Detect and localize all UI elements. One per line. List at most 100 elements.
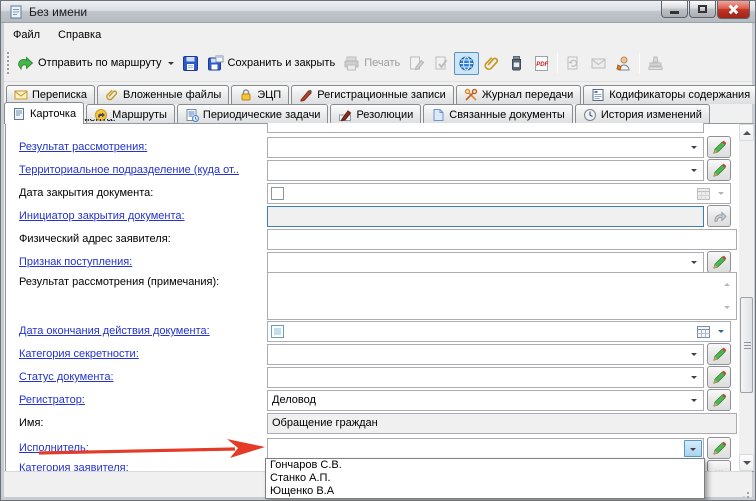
tab-istoriya-izmenenij[interactable]: История изменений [575,104,710,124]
rezultat-rassmotreniya-combo[interactable] [267,137,704,158]
data-zakrytiya-checkbox[interactable] [271,187,284,200]
pencil-icon [712,393,727,408]
save-close-button[interactable]: Сохранить и закрыть [203,52,340,75]
menubar: Файл Справка [4,24,752,45]
tab-vlozhennye-fajly[interactable]: Вложенные файлы [97,85,229,104]
territorialnoe-podrazdelenie-edit-button[interactable] [707,159,731,181]
iniciator-zakrytiya-input[interactable] [267,206,704,227]
field-label-data-zakrytiya: Дата закрытия документа: [19,187,153,199]
pdf-export-button[interactable]: PDF [529,52,554,75]
paperclip-icon [483,55,500,72]
iniciator-up-button[interactable] [707,205,731,227]
data-zakrytiya-datepicker[interactable] [267,183,731,204]
chevron-down-icon [718,192,724,198]
tab-strip-upper: Переписка Вложенные файлы ЭЦП Регистраци… [6,85,756,104]
tab-registracionnye-zapisi[interactable]: Регистрационные записи [291,85,454,104]
kategoriya-sekretnosti-edit-button[interactable] [707,343,731,365]
ispolnitel-dropdown-button[interactable] [684,440,702,457]
codifier-grid-icon [591,88,605,102]
send-route-button[interactable]: Отправить по маршруту [13,52,178,75]
globe-icon [458,55,475,72]
attach-file-button[interactable] [479,52,504,75]
data-okonchaniya-checkbox[interactable] [271,325,284,338]
user-button[interactable] [611,52,636,75]
edit-doc-button [404,52,429,75]
rezultat-primechaniya-textarea[interactable] [267,272,737,320]
ispolnitel-edit-button[interactable] [707,437,731,459]
toolbar-separator [557,53,558,73]
tab-label: История изменений [601,109,702,121]
scrollbar-down-button[interactable] [739,454,754,471]
ispolnitel-dropdown-list: Гончаров С.В. Станко А.П. Ющенко В.А [265,458,705,499]
index-dokumenta-input[interactable] [267,123,704,133]
tab-ecp[interactable]: ЭЦП [231,85,289,104]
save-button[interactable] [178,52,203,75]
archive-button[interactable] [504,52,529,75]
field-label-rezultat-rassmotreniya[interactable]: Результат рассмотрения: [19,141,147,153]
mail-button [586,52,611,75]
web-publish-button[interactable] [454,52,479,75]
linked-doc-icon [431,108,445,122]
tab-svyazannye-dokumenty[interactable]: Связанные документы [423,104,573,124]
priznak-postupleniya-combo[interactable] [267,252,704,273]
stamp-icon [647,55,664,72]
priznak-postupleniya-edit-button[interactable] [707,251,731,273]
card-doc-icon [12,107,26,121]
field-label-status-dokumenta[interactable]: Статус документа: [19,371,114,383]
close-icon [728,4,739,15]
annotation-arrow-icon [37,437,269,461]
pencil-icon [712,140,727,155]
lock-icon [239,88,253,102]
envelope-gray-icon [590,55,607,72]
tab-rezolyucii[interactable]: Резолюции [330,104,421,124]
pencil-icon [712,255,727,270]
imya-input: Обращение граждан [267,413,737,434]
tab-periodicheskie-zadachi[interactable]: Периодические задачи [177,104,329,124]
calendar-icon [697,326,710,338]
kategoriya-sekretnosti-combo[interactable] [267,344,704,365]
field-label-kategoriya-sekretnosti[interactable]: Категория секретности: [19,348,139,360]
territorialnoe-podrazdelenie-combo[interactable] [267,160,704,181]
field-label-imya: Имя: [19,417,43,429]
maximize-icon [698,5,707,13]
field-label-fizicheskij-adres: Физический адрес заявителя: [19,233,171,245]
chevron-down-icon [691,146,697,152]
status-dokumenta-combo[interactable] [267,367,704,388]
field-label-iniciator-zakrytiya[interactable]: Инициатор закрытия документа: [19,210,185,222]
jar-icon [508,55,525,72]
rezultat-rassmotreniya-edit-button[interactable] [707,136,731,158]
menu-help[interactable]: Справка [49,26,110,44]
form-scrollbar[interactable] [739,124,754,471]
fizicheskij-adres-input[interactable] [267,229,737,250]
tab-label: Кодификаторы содержания [609,89,750,101]
toolbar-grip[interactable] [7,52,9,74]
tab-kartochka[interactable]: Карточка [4,102,84,124]
ispolnitel-combo[interactable] [267,438,704,459]
dropdown-option-goncharov[interactable]: Гончаров С.В. [266,459,704,472]
print-label: Печать [364,57,400,69]
pencil-icon [712,370,727,385]
menu-file[interactable]: Файл [4,26,49,44]
close-button[interactable] [717,1,750,19]
data-okonchaniya-datepicker[interactable] [267,321,731,342]
field-label-registrator[interactable]: Регистратор: [19,394,85,406]
status-dokumenta-edit-button[interactable] [707,366,731,388]
save-close-label: Сохранить и закрыть [228,57,336,69]
tab-zhurnal-peredachi[interactable]: Журнал передачи [456,85,581,104]
field-label-priznak-postupleniya[interactable]: Признак поступления: [19,256,132,268]
dropdown-option-yushchenko[interactable]: Ющенко В.А [266,485,704,498]
minimize-button[interactable] [661,1,688,18]
chevron-down-icon [718,330,724,336]
field-label-rezultat-primechaniya: Результат рассмотрения (примечания): [19,276,219,288]
registrator-combo[interactable]: Деловод [267,390,704,411]
scrollbar-thumb[interactable] [740,297,753,393]
tab-kodifikatory[interactable]: Кодификаторы содержания [583,85,756,104]
field-label-territorialnoe-podrazdelenie[interactable]: Территориальное подразделение (куда от.. [19,164,239,176]
field-label-data-okonchaniya[interactable]: Дата окончания действия документа: [19,325,210,337]
resize-grip[interactable] [747,492,749,494]
maximize-button[interactable] [689,1,716,18]
dropdown-option-stanko[interactable]: Станко А.П. [266,472,704,485]
registrator-edit-button[interactable] [707,389,731,411]
scrollbar-up-button[interactable] [739,124,754,141]
tab-label: ЭЦП [257,89,281,101]
